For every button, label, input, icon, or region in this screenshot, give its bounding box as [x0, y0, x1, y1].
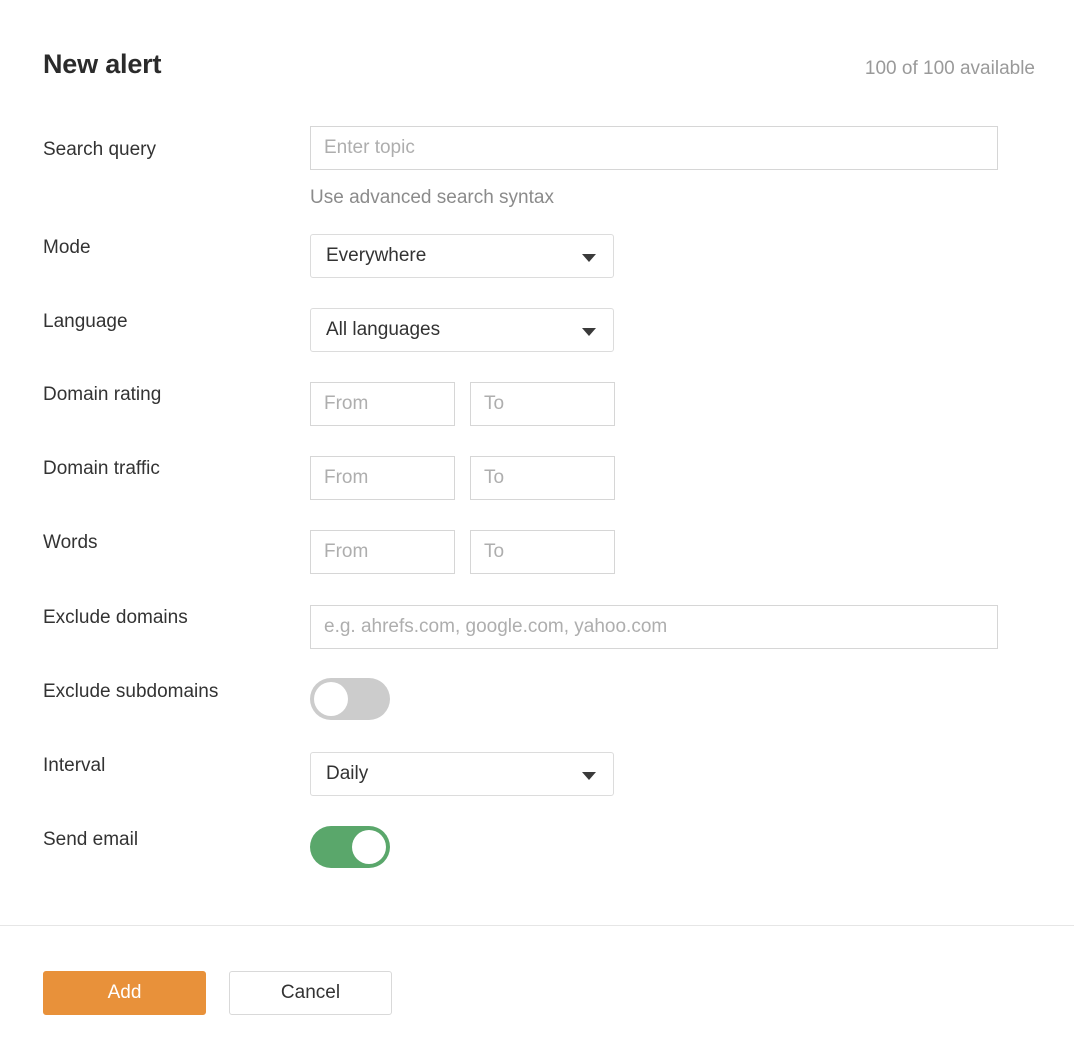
exclude-subdomains-toggle[interactable] — [310, 678, 390, 720]
form-row-exclude-domains: Exclude domains — [0, 592, 1074, 666]
search-query-control: Use advanced search syntax — [305, 104, 1074, 170]
page-title: New alert — [43, 47, 161, 81]
cancel-button[interactable]: Cancel — [229, 971, 392, 1015]
mode-select[interactable]: Everywhere — [310, 234, 614, 278]
domain-traffic-label: Domain traffic — [0, 444, 305, 481]
alert-form: Search query Use advanced search syntax … — [0, 104, 1074, 888]
new-alert-panel: New alert 100 of 100 available Search qu… — [0, 0, 1074, 1056]
form-row-words: Words — [0, 518, 1074, 592]
form-row-send-email: Send email — [0, 814, 1074, 888]
panel-footer: Add Cancel — [0, 926, 1074, 1056]
language-select[interactable]: All languages — [310, 308, 614, 352]
exclude-domains-input[interactable] — [310, 605, 998, 649]
language-control: All languages — [305, 296, 1074, 352]
exclude-subdomains-label: Exclude subdomains — [0, 666, 305, 704]
language-selected-value: All languages — [326, 309, 440, 351]
chevron-down-icon — [582, 254, 596, 262]
interval-select[interactable]: Daily — [310, 752, 614, 796]
words-control — [305, 518, 1074, 574]
mode-control: Everywhere — [305, 222, 1074, 278]
search-query-input[interactable] — [310, 126, 998, 170]
exclude-subdomains-control — [305, 666, 1074, 720]
words-from-input[interactable] — [310, 530, 455, 574]
domain-rating-range — [310, 382, 1074, 426]
language-label: Language — [0, 296, 305, 334]
exclude-domains-control — [305, 592, 1074, 649]
domain-rating-to-input[interactable] — [470, 382, 615, 426]
words-to-input[interactable] — [470, 530, 615, 574]
search-query-label: Search query — [0, 104, 305, 162]
form-row-language: Language All languages — [0, 296, 1074, 370]
mode-label: Mode — [0, 222, 305, 260]
domain-traffic-from-input[interactable] — [310, 456, 455, 500]
send-email-toggle[interactable] — [310, 826, 390, 868]
panel-header: New alert 100 of 100 available — [0, 0, 1074, 104]
send-email-control — [305, 814, 1074, 868]
quota-label: 100 of 100 available — [865, 57, 1035, 81]
domain-traffic-to-input[interactable] — [470, 456, 615, 500]
mode-selected-value: Everywhere — [326, 235, 426, 277]
interval-selected-value: Daily — [326, 753, 368, 795]
toggle-knob — [314, 682, 348, 716]
toggle-knob — [352, 830, 386, 864]
domain-traffic-control — [305, 444, 1074, 500]
words-label: Words — [0, 518, 305, 555]
domain-rating-label: Domain rating — [0, 370, 305, 407]
send-email-label: Send email — [0, 814, 305, 852]
form-row-domain-traffic: Domain traffic — [0, 444, 1074, 518]
domain-traffic-range — [310, 456, 1074, 500]
domain-rating-control — [305, 370, 1074, 426]
chevron-down-icon — [582, 772, 596, 780]
words-range — [310, 530, 1074, 574]
interval-label: Interval — [0, 740, 305, 778]
form-row-exclude-subdomains: Exclude subdomains — [0, 666, 1074, 740]
form-row-mode: Mode Everywhere — [0, 222, 1074, 296]
advanced-search-syntax-link[interactable]: Use advanced search syntax — [310, 186, 554, 210]
form-row-interval: Interval Daily — [0, 740, 1074, 814]
add-button[interactable]: Add — [43, 971, 206, 1015]
exclude-domains-label: Exclude domains — [0, 592, 305, 630]
interval-control: Daily — [305, 740, 1074, 796]
form-row-domain-rating: Domain rating — [0, 370, 1074, 444]
domain-rating-from-input[interactable] — [310, 382, 455, 426]
chevron-down-icon — [582, 328, 596, 336]
form-row-search-query: Search query Use advanced search syntax — [0, 104, 1074, 222]
